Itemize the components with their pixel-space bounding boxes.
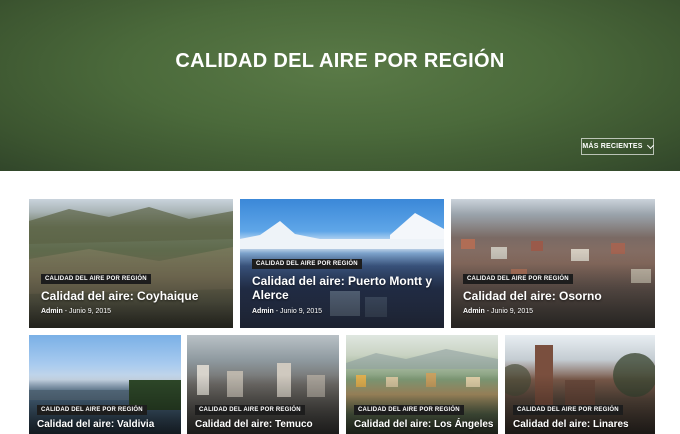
category-badge[interactable]: CALIDAD DEL AIRE POR REGIÓN (463, 274, 573, 284)
meta-separator: - (64, 308, 68, 315)
category-badge[interactable]: CALIDAD DEL AIRE POR REGIÓN (195, 405, 305, 415)
post-title[interactable]: Calidad del aire: Coyhaique (41, 289, 226, 303)
post-date: Junio 9, 2015 (280, 308, 323, 315)
featured-card-osorno[interactable]: CALIDAD DEL AIRE POR REGIÓN Calidad del … (451, 199, 655, 328)
category-badge[interactable]: CALIDAD DEL AIRE POR REGIÓN (37, 405, 147, 415)
post-author[interactable]: Admin (463, 308, 485, 315)
post-card-valdivia[interactable]: CALIDAD DEL AIRE POR REGIÓN Calidad del … (29, 335, 181, 434)
meta-separator: - (486, 308, 490, 315)
sort-dropdown[interactable]: MÁS RECIENTES (581, 138, 654, 155)
post-card-los-angeles[interactable]: CALIDAD DEL AIRE POR REGIÓN Calidad del … (346, 335, 498, 434)
post-meta: Admin - Junio 9, 2015 (252, 308, 322, 315)
post-card-temuco[interactable]: CALIDAD DEL AIRE POR REGIÓN Calidad del … (187, 335, 339, 434)
category-badge[interactable]: CALIDAD DEL AIRE POR REGIÓN (513, 405, 623, 415)
post-title[interactable]: Calidad del aire: Osorno (463, 289, 648, 303)
category-badge[interactable]: CALIDAD DEL AIRE POR REGIÓN (354, 405, 464, 415)
post-author[interactable]: Admin (252, 308, 274, 315)
post-meta: Admin - Junio 9, 2015 (41, 308, 111, 315)
post-title[interactable]: Calidad del aire: Los Ángeles (354, 419, 494, 431)
featured-card-puerto-montt[interactable]: CALIDAD DEL AIRE POR REGIÓN Calidad del … (240, 199, 444, 328)
post-title[interactable]: Calidad del aire: Valdivia (37, 419, 177, 431)
post-card-linares[interactable]: CALIDAD DEL AIRE POR REGIÓN Calidad del … (505, 335, 655, 434)
category-badge[interactable]: CALIDAD DEL AIRE POR REGIÓN (252, 259, 362, 269)
page-title: CALIDAD DEL AIRE POR REGIÓN (175, 50, 505, 72)
post-date: Junio 9, 2015 (491, 308, 534, 315)
chevron-down-icon (646, 141, 654, 149)
post-title[interactable]: Calidad del aire: Puerto Montt y Alerce (252, 274, 437, 303)
featured-card-coyhaique[interactable]: CALIDAD DEL AIRE POR REGIÓN Calidad del … (29, 199, 233, 328)
hero-banner: CALIDAD DEL AIRE POR REGIÓN MÁS RECIENTE… (0, 0, 680, 171)
post-meta: Admin - Junio 9, 2015 (463, 308, 533, 315)
post-date: Junio 9, 2015 (69, 308, 112, 315)
sort-label: MÁS RECIENTES (582, 143, 643, 150)
post-title[interactable]: Calidad del aire: Temuco (195, 419, 335, 431)
post-author[interactable]: Admin (41, 308, 63, 315)
category-badge[interactable]: CALIDAD DEL AIRE POR REGIÓN (41, 274, 151, 284)
post-title[interactable]: Calidad del aire: Linares (513, 419, 653, 431)
meta-separator: - (275, 308, 279, 315)
